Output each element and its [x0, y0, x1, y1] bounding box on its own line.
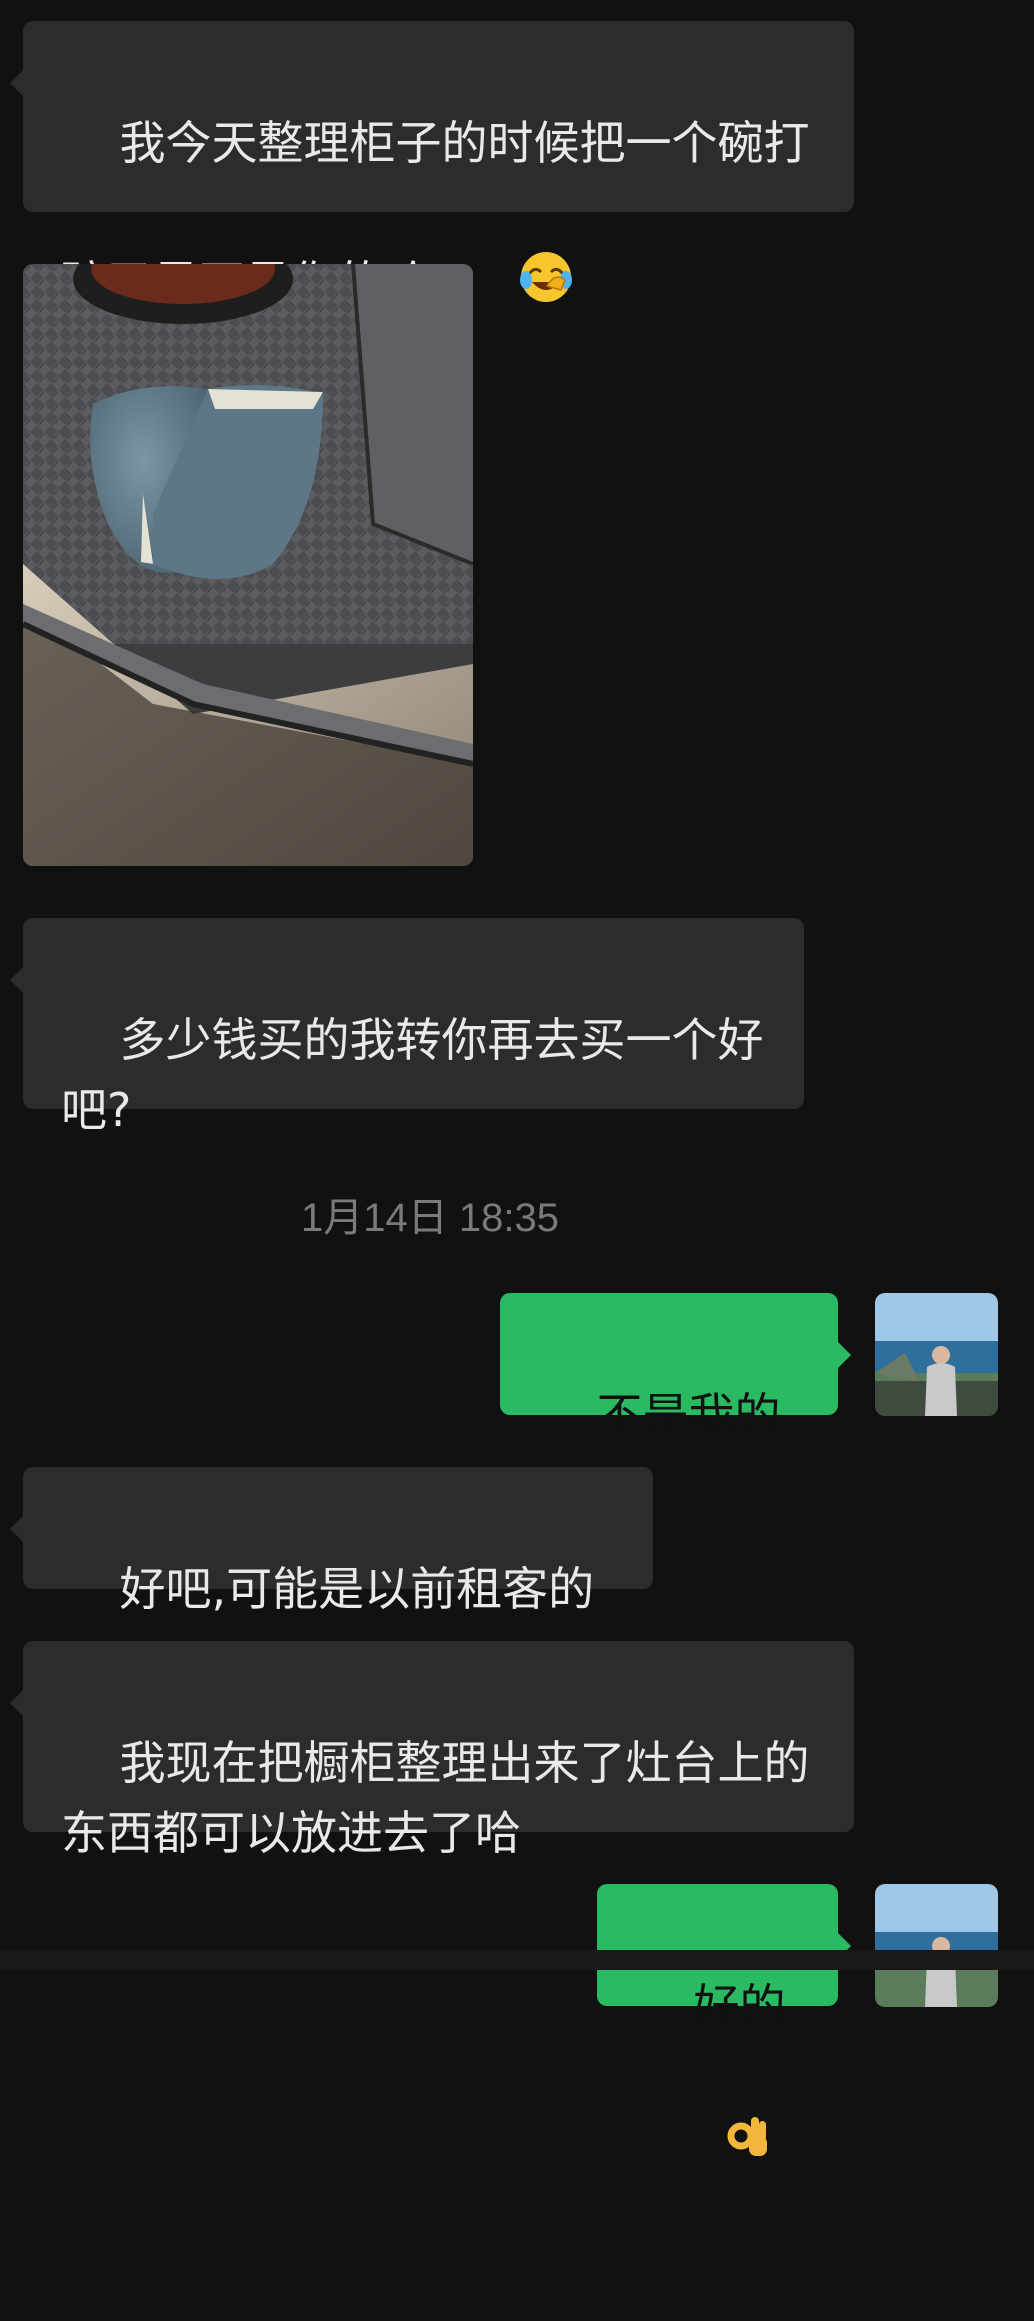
avatar-image [875, 1884, 998, 2007]
message-text: 好吧,可能是以前租客的 [119, 1562, 595, 1616]
broken-bowl-photo [23, 264, 473, 866]
timestamp: 1月14日 18:35 [301, 1196, 559, 1240]
incoming-message[interactable]: 我现在把橱柜整理出来了灶台上的东西都可以放进去了哈 [10, 1641, 854, 1860]
ok-hand-icon [635, 2041, 773, 2251]
incoming-message[interactable]: 我今天整理柜子的时候把一个碗打碎了是不是你的哈 [10, 21, 854, 310]
user-avatar[interactable] [875, 1884, 998, 2007]
message-text: 好的 [693, 1979, 786, 2033]
incoming-message[interactable]: 多少钱买的我转你再去买一个好吧? [10, 918, 804, 1137]
user-avatar[interactable] [875, 1293, 998, 1416]
photo-message[interactable] [23, 264, 473, 866]
message-text: 多少钱买的我转你再去买一个好吧? [61, 1013, 764, 1137]
avatar-image [875, 1293, 998, 1416]
outgoing-message[interactable]: 不是我的哈 [500, 1293, 851, 1512]
input-bar-edge [0, 1950, 1034, 1970]
incoming-message[interactable]: 好吧,可能是以前租客的 [10, 1467, 653, 1616]
chat-area[interactable]: 我今天整理柜子的时候把一个碗打碎了是不是你的哈 [0, 0, 1034, 2156]
message-text: 我现在把橱柜整理出来了灶台上的东西都可以放进去了哈 [61, 1736, 810, 1860]
outgoing-message[interactable]: 好的 [597, 1884, 851, 2156]
